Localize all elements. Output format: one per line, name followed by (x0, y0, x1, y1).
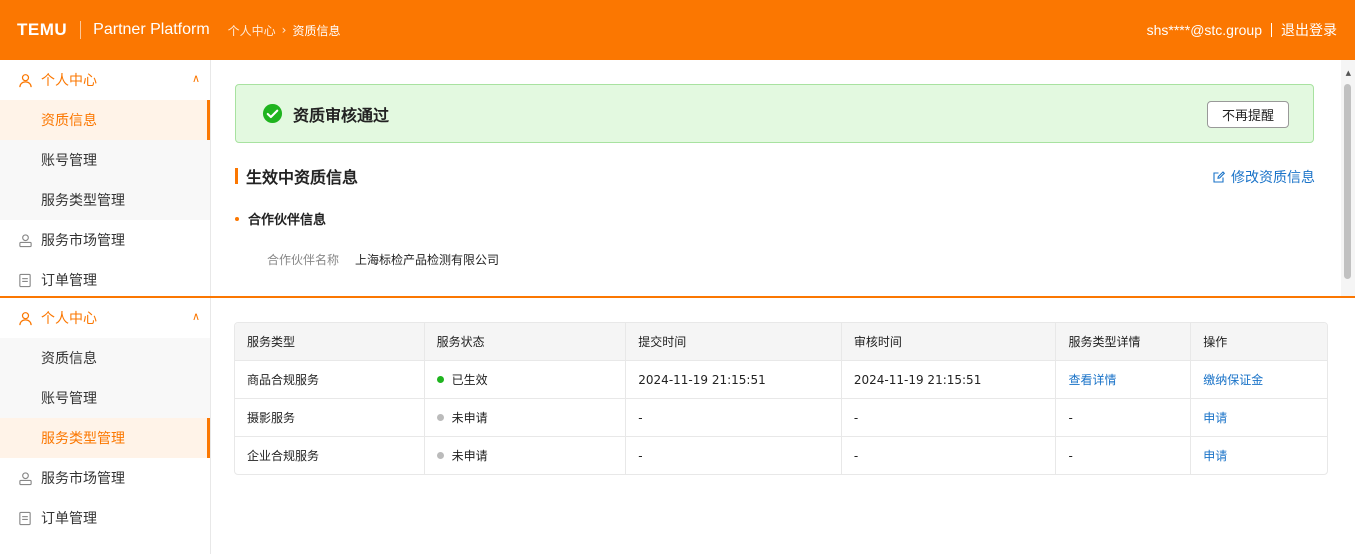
details-cell: - (1055, 399, 1190, 436)
breadcrumb-item-personal-center[interactable]: 个人中心 (228, 22, 276, 39)
sidebar-group-label: 个人中心 (41, 73, 97, 89)
status-text: 未申请 (451, 411, 488, 425)
partner-name-label: 合作伙伴名称 (267, 253, 340, 267)
sidebar-item-account[interactable]: 账号管理 (0, 140, 210, 180)
scroll-up-arrow-icon[interactable]: ▲ (1346, 69, 1351, 77)
bullet-dot (235, 216, 239, 221)
sidebar: 个人中心 ∧ 资质信息 账号管理 服务类型管理 服务市场管理 订单管理 (0, 60, 211, 297)
submit-time-cell: - (625, 437, 841, 474)
partner-name-value: 上海标检产品检测有限公司 (355, 253, 500, 267)
sidebar-item-service-type[interactable]: 服务类型管理 (0, 180, 210, 220)
sidebar-item-label: 订单管理 (41, 511, 97, 527)
column-header: 服务类型详情 (1055, 323, 1190, 360)
section-title-text: 生效中资质信息 (246, 168, 359, 187)
market-icon (17, 232, 33, 248)
table-row: 摄影服务 未申请 - - - 申请 (235, 398, 1327, 436)
top-header: TEMU Partner Platform 个人中心 › 资质信息 shs***… (0, 0, 1355, 60)
column-header: 操作 (1190, 323, 1327, 360)
partner-info-title-text: 合作伙伴信息 (248, 213, 327, 228)
pay-deposit-link[interactable]: 缴纳保证金 (1190, 361, 1327, 398)
scrollbar[interactable]: ▲ (1341, 60, 1355, 297)
check-circle-icon (262, 103, 283, 124)
sidebar-group-personal-center[interactable]: 个人中心 ∧ (0, 298, 210, 338)
bottom-panel: 个人中心 ∧ 资质信息 账号管理 服务类型管理 服务市场管理 订单管理 服务类型… (0, 298, 1355, 554)
breadcrumb-item-qualification: 资质信息 (292, 23, 341, 38)
details-cell: - (1055, 437, 1190, 474)
sidebar-item-orders[interactable]: 订单管理 (0, 260, 210, 297)
service-type-cell: 企业合规服务 (247, 449, 320, 463)
chevron-up-icon: ∧ (191, 72, 200, 85)
section-title: 生效中资质信息 (235, 166, 359, 187)
edit-qualification-link[interactable]: 修改资质信息 (1213, 167, 1315, 187)
column-header: 审核时间 (840, 323, 1056, 360)
status-cell: 未申请 (423, 399, 626, 436)
platform-name: Partner Platform (93, 21, 210, 38)
status-dot (436, 414, 444, 421)
sidebar-item-account[interactable]: 账号管理 (0, 378, 210, 418)
scroll-thumb[interactable] (1344, 84, 1351, 279)
sidebar-item-label: 服务市场管理 (41, 471, 125, 487)
sidebar-item-qualification[interactable]: 资质信息 (0, 100, 210, 140)
review-time-cell: 2024-11-19 21:15:51 (840, 361, 1056, 398)
table-header-row: 服务类型 服务状态 提交时间 审核时间 服务类型详情 操作 (235, 323, 1327, 360)
partner-info-title: 合作伙伴信息 (235, 209, 326, 228)
view-details-link[interactable]: 查看详情 (1055, 361, 1190, 398)
status-cell: 未申请 (423, 437, 626, 474)
edit-link-label: 修改资质信息 (1231, 170, 1315, 186)
approval-banner: 资质审核通过 不再提醒 (235, 84, 1314, 143)
service-type-table: 服务类型 服务状态 提交时间 审核时间 服务类型详情 操作 商品合规服务 已生效… (234, 322, 1328, 475)
table-row: 商品合规服务 已生效 2024-11-19 21:15:51 2024-11-1… (235, 360, 1327, 398)
review-time-cell: - (840, 399, 1056, 436)
temu-logo[interactable]: TEMU (17, 20, 67, 40)
main-content: 资质审核通过 不再提醒 生效中资质信息 修改资质信息 合作伙伴信息 合作伙伴名称… (212, 60, 1355, 297)
submit-time-cell: 2024-11-19 21:15:51 (625, 361, 841, 398)
edit-icon (1213, 171, 1225, 183)
sidebar-item-orders[interactable]: 订单管理 (0, 498, 210, 538)
status-dot (436, 376, 444, 383)
breadcrumb: 个人中心 › 资质信息 (228, 22, 341, 39)
service-type-cell: 摄影服务 (247, 411, 296, 425)
banner-message: 资质审核通过 (293, 105, 390, 125)
user-icon (17, 310, 33, 326)
user-area: shs****@stc.group 退出登录 (1147, 0, 1337, 60)
market-icon (17, 470, 33, 486)
sidebar-item-qualification[interactable]: 资质信息 (0, 338, 210, 378)
chevron-right-icon: › (281, 23, 287, 37)
order-icon (17, 510, 33, 526)
user-icon (17, 72, 33, 88)
sidebar-item-service-market[interactable]: 服务市场管理 (0, 220, 210, 260)
service-type-cell: 商品合规服务 (247, 373, 320, 387)
apply-link[interactable]: 申请 (1190, 437, 1327, 474)
order-icon (17, 272, 33, 288)
sidebar-item-label: 服务市场管理 (41, 233, 125, 249)
table-row: 企业合规服务 未申请 - - - 申请 (235, 436, 1327, 474)
status-dot (436, 452, 444, 459)
column-header: 服务类型 (247, 335, 296, 349)
column-header: 服务状态 (423, 323, 626, 360)
apply-link[interactable]: 申请 (1190, 399, 1327, 436)
sidebar-group-personal-center[interactable]: 个人中心 ∧ (0, 60, 210, 100)
status-cell: 已生效 (423, 361, 626, 398)
sidebar: 个人中心 ∧ 资质信息 账号管理 服务类型管理 服务市场管理 订单管理 (0, 298, 211, 554)
sidebar-item-service-type[interactable]: 服务类型管理 (0, 418, 210, 458)
status-text: 已生效 (451, 373, 488, 387)
sidebar-group-label: 个人中心 (41, 311, 97, 327)
sidebar-item-label: 订单管理 (41, 273, 97, 289)
logo-divider (80, 21, 82, 39)
column-header: 提交时间 (625, 323, 841, 360)
sidebar-item-service-market[interactable]: 服务市场管理 (0, 458, 210, 498)
submit-time-cell: - (625, 399, 841, 436)
top-panel: 个人中心 ∧ 资质信息 账号管理 服务类型管理 服务市场管理 订单管理 资质审核… (0, 60, 1355, 297)
status-text: 未申请 (451, 449, 488, 463)
dismiss-button[interactable]: 不再提醒 (1207, 101, 1289, 128)
user-divider (1271, 23, 1272, 37)
main-content: 服务类型 服务状态 提交时间 审核时间 服务类型详情 操作 商品合规服务 已生效… (212, 298, 1355, 554)
chevron-up-icon: ∧ (191, 310, 200, 323)
user-email: shs****@stc.group (1146, 22, 1262, 38)
logout-button[interactable]: 退出登录 (1281, 20, 1337, 40)
review-time-cell: - (840, 437, 1056, 474)
